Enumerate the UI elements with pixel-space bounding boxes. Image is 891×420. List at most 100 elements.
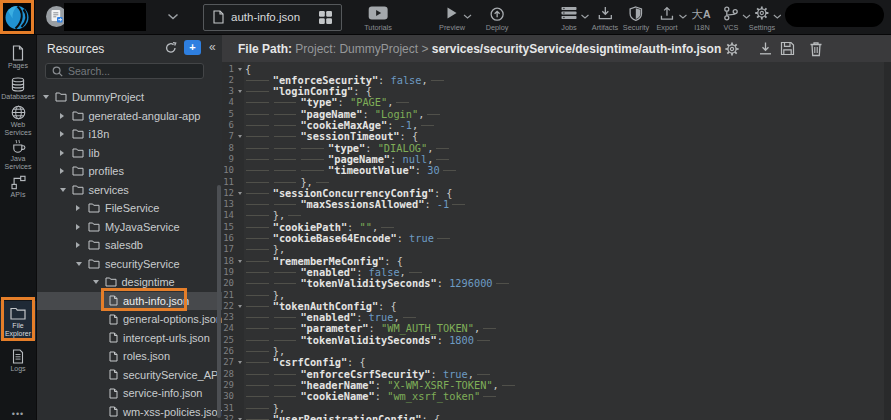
resources-panel: Resources + « Search... DummyProjectgene… <box>36 35 222 420</box>
sidebar-item-pages[interactable]: Pages <box>0 41 36 73</box>
fold-icon[interactable] <box>238 260 242 263</box>
file-icon <box>213 10 224 24</box>
tree-item-i18n[interactable]: i18n <box>37 125 222 144</box>
tree-item-securityService_API.json[interactable]: securityService_API.json <box>37 366 222 385</box>
i18n-icon: 大A <box>692 5 713 21</box>
project-chevron-down-icon[interactable] <box>167 13 179 20</box>
toolbar-i18n[interactable]: 大AI18N <box>692 5 713 32</box>
tree-item-wm-xss-policies.json[interactable]: wm-xss-policies.json <box>37 403 222 420</box>
tree-caret-icon[interactable] <box>60 131 72 137</box>
toolbar-jobs[interactable]: Jobs <box>561 5 578 32</box>
editor-save-icon[interactable] <box>780 41 795 56</box>
databases-icon <box>0 76 36 92</box>
tree-caret-icon[interactable] <box>76 224 88 230</box>
folder-icon <box>72 111 84 121</box>
tree-caret-icon[interactable] <box>76 262 88 266</box>
wavemaker-studio: auth-info.json Tutorials Preview Deploy Job… <box>0 0 891 420</box>
tree-caret-icon[interactable] <box>60 188 72 192</box>
svg-text:A: A <box>703 8 711 20</box>
code-editor[interactable]: 1{2"enforceSecurity": false,3"loginConfi… <box>222 62 891 420</box>
file-icon <box>109 314 118 325</box>
fold-icon[interactable] <box>238 90 242 93</box>
file-path-breadcrumb: File Path: Project: DummyProject > servi… <box>238 42 721 56</box>
tree-item-generated-angular-app[interactable]: generated-angular-app <box>37 107 222 126</box>
folder-icon <box>88 222 100 232</box>
editor-area: File Path: Project: DummyProject > servi… <box>222 35 891 420</box>
editor-download-icon[interactable] <box>758 41 773 56</box>
code-line-32: 32"userRegistrationConfig": { <box>222 414 891 420</box>
file-icon <box>109 332 118 343</box>
fold-icon[interactable] <box>238 192 242 195</box>
top-bar: auth-info.json Tutorials Preview Deploy Job… <box>0 0 891 35</box>
code-line-7: 7"sessionTimeout": { <box>222 131 891 142</box>
tree-item-DummyProject[interactable]: DummyProject <box>37 88 222 107</box>
toolbar-tutorials[interactable]: Tutorials <box>364 5 392 32</box>
tree-caret-icon[interactable] <box>76 242 88 248</box>
fold-icon[interactable] <box>238 361 242 364</box>
toolbar-artifacts[interactable]: Artifacts <box>592 5 618 32</box>
resources-header: Resources + « <box>37 35 222 61</box>
toolbar-settings[interactable]: Settings <box>749 5 775 32</box>
refresh-icon[interactable] <box>165 42 177 54</box>
open-file-tab[interactable]: auth-info.json <box>203 4 342 31</box>
toolbar-security[interactable]: Security <box>623 5 649 32</box>
java-services-icon <box>0 138 36 154</box>
tree-item-service-info.json[interactable]: service-info.json <box>37 384 222 403</box>
toolbar-preview[interactable]: Preview <box>439 5 465 32</box>
toolbar-export[interactable]: Export <box>656 5 677 32</box>
editor-settings-icon[interactable] <box>724 41 740 57</box>
fold-icon[interactable] <box>238 68 242 71</box>
folder-icon <box>88 240 100 250</box>
settings-chevron-icon <box>773 14 782 19</box>
folder-icon <box>55 92 67 102</box>
artifacts-icon <box>592 5 618 21</box>
svg-text:大: 大 <box>692 7 704 21</box>
editor-delete-icon[interactable] <box>809 41 823 57</box>
file-explorer-highlight <box>1 297 35 341</box>
sidebar-more-button[interactable]: ••• <box>0 409 36 419</box>
tree-caret-icon[interactable] <box>60 113 72 119</box>
editor-scrollbar[interactable] <box>884 62 891 420</box>
code-line-9: 9"pageName": null, <box>222 154 891 165</box>
tree-item-general-options.json[interactable]: general-options.json <box>37 310 222 329</box>
sidebar-item-logs[interactable]: Logs <box>0 344 36 376</box>
jobs-icon <box>561 5 578 21</box>
tree-item-services[interactable]: services <box>37 181 222 200</box>
tree-scrollbar[interactable] <box>217 185 221 418</box>
editor-header: File Path: Project: DummyProject > servi… <box>222 35 891 62</box>
tree-item-profiles[interactable]: profiles <box>37 162 222 181</box>
code-line-16: 16"cookieBase64Encode": true <box>222 233 891 244</box>
apis-icon <box>0 174 36 190</box>
tree-item-securityService[interactable]: securityService <box>37 255 222 274</box>
fold-icon[interactable] <box>238 305 242 308</box>
fold-icon[interactable] <box>238 135 242 138</box>
sidebar-item-apis[interactable]: APIs <box>0 170 36 202</box>
export-chevron-icon <box>678 14 687 19</box>
tree-item-MyJavaService[interactable]: MyJavaService <box>37 218 222 237</box>
toolbar-vcs[interactable]: VCS <box>723 5 739 32</box>
tree-item-FileService[interactable]: FileService <box>37 199 222 218</box>
tree-item-lib[interactable]: lib <box>37 144 222 163</box>
toolbar-deploy[interactable]: Deploy <box>486 5 509 32</box>
grid-icon[interactable] <box>318 10 333 25</box>
sidebar-item-databases[interactable]: Databases <box>0 72 36 104</box>
folder-icon <box>72 185 84 195</box>
file-tree: DummyProjectgenerated-angular-appi18nlib… <box>37 88 222 420</box>
deploy-icon <box>486 5 509 21</box>
tree-caret-icon[interactable] <box>43 95 55 99</box>
tree-item-salesdb[interactable]: salesdb <box>37 236 222 255</box>
search-input[interactable]: Search... <box>45 63 204 79</box>
collapse-panel-icon[interactable]: « <box>209 40 216 54</box>
tree-caret-icon[interactable] <box>76 205 88 211</box>
add-resource-button[interactable]: + <box>184 40 201 55</box>
sidebar-item-java-services[interactable]: JavaServices <box>0 134 36 173</box>
tree-caret-icon[interactable] <box>60 168 72 174</box>
tree-item-intercept-urls.json[interactable]: intercept-urls.json <box>37 329 222 348</box>
tree-caret-icon[interactable] <box>60 150 72 156</box>
pages-icon <box>0 45 36 61</box>
code-line-30: 30"cookieName": "wm_xsrf_token" <box>222 391 891 402</box>
tree-caret-icon[interactable] <box>93 280 105 284</box>
tree-item-roles.json[interactable]: roles.json <box>37 347 222 366</box>
folder-icon <box>88 203 100 213</box>
file-icon <box>109 351 118 362</box>
